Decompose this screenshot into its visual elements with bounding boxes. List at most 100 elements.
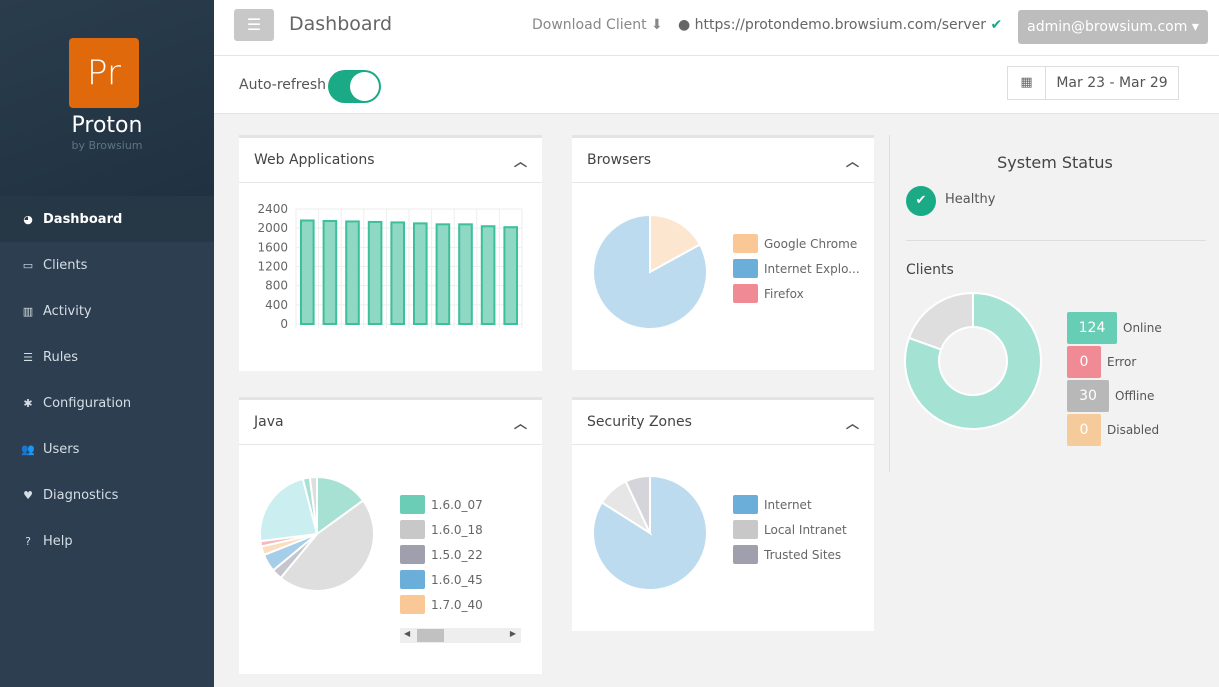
- legend-item[interactable]: Trusted Sites: [733, 542, 847, 567]
- date-range-text: Mar 23 - Mar 29: [1056, 75, 1168, 91]
- java-pie-chart: [259, 475, 375, 592]
- download-client-link[interactable]: Download Client ⬇: [532, 17, 663, 33]
- user-menu-button[interactable]: admin@browsium.com ▾: [1018, 10, 1208, 44]
- legend-label: Trusted Sites: [764, 547, 842, 562]
- sidebar-item-label: Configuration: [43, 395, 132, 411]
- count-badge: 30: [1067, 380, 1109, 412]
- legend-swatch: [400, 495, 425, 514]
- legend-item[interactable]: Firefox: [733, 281, 860, 306]
- legend-label: Google Chrome: [764, 236, 858, 251]
- client-status-online[interactable]: 124 Online: [1067, 312, 1162, 344]
- sidebar-nav: ◕ Dashboard ▭ Clients ▥ Activity ☰ Rules ✱ Config…: [0, 196, 214, 564]
- sidebar-item-users[interactable]: 👥 Users: [0, 426, 214, 472]
- health-status: Healthy: [945, 192, 996, 207]
- legend-label: Local Intranet: [764, 522, 847, 537]
- bar[interactable]: [345, 220, 360, 325]
- legend-scrollbar[interactable]: ◀ ▶: [400, 628, 521, 643]
- sidebar-item-label: Help: [43, 533, 73, 549]
- legend-label: 1.7.0_40: [431, 597, 483, 612]
- legend-swatch: [733, 520, 758, 539]
- legend-item[interactable]: 1.6.0_18: [400, 517, 483, 542]
- legend-item[interactable]: 1.6.0_45: [400, 567, 483, 592]
- security-zones-legend: Internet Local Intranet Trusted Sites: [733, 492, 847, 567]
- client-status-disabled[interactable]: 0 Disabled: [1067, 414, 1159, 446]
- legend-item[interactable]: 1.5.0_22: [400, 542, 483, 567]
- legend-label: Internet: [764, 497, 812, 512]
- legend-item[interactable]: Internet: [733, 492, 847, 517]
- check-icon: ✔: [990, 17, 1003, 33]
- bar[interactable]: [390, 221, 405, 326]
- collapse-chevron-icon[interactable]: ︿: [846, 151, 859, 170]
- legend-swatch: [400, 520, 425, 539]
- legend-swatch: [733, 284, 758, 303]
- status-label: Disabled: [1107, 423, 1160, 437]
- client-status-error[interactable]: 0 Error: [1067, 346, 1136, 378]
- y-tick-label: 2000: [257, 221, 288, 235]
- bar[interactable]: [480, 225, 496, 325]
- bar[interactable]: [367, 220, 383, 325]
- legend-label: Firefox: [764, 286, 804, 301]
- bar[interactable]: [435, 223, 451, 325]
- bar[interactable]: [322, 219, 338, 326]
- bar-chart-icon: ▥: [22, 304, 34, 318]
- logo: Pr: [69, 38, 139, 108]
- bar[interactable]: [503, 226, 518, 325]
- sidebar-item-help[interactable]: ? Help: [0, 518, 214, 564]
- y-tick-label: 400: [265, 298, 288, 312]
- y-tick-label: 800: [265, 279, 288, 293]
- java-legend: 1.6.0_07 1.6.0_18 1.5.0_22 1.6.0_45 1.7.0_40: [400, 492, 483, 617]
- collapse-chevron-icon[interactable]: ︿: [514, 413, 527, 432]
- legend-label: 1.6.0_18: [431, 522, 483, 537]
- sidebar-item-label: Users: [43, 441, 80, 457]
- collapse-chevron-icon[interactable]: ︿: [846, 413, 859, 432]
- server-url-text: https://protondemo.browsium.com/server: [694, 17, 987, 33]
- legend-item[interactable]: 1.7.0_40: [400, 592, 483, 617]
- legend-swatch: [733, 259, 758, 278]
- security-zones-pie-chart: [592, 474, 708, 591]
- sidebar-item-label: Dashboard: [43, 211, 123, 227]
- sidebar-item-label: Diagnostics: [43, 487, 119, 503]
- card-title: Web Applications: [254, 152, 375, 168]
- app-subtitle: by Browsium: [71, 139, 143, 152]
- bar[interactable]: [300, 219, 315, 325]
- legend-swatch: [400, 545, 425, 564]
- sidebar-item-configuration[interactable]: ✱ Configuration: [0, 380, 214, 426]
- sidebar-item-clients[interactable]: ▭ Clients: [0, 242, 214, 288]
- server-url[interactable]: ● https://protondemo.browsium.com/server…: [678, 17, 1002, 33]
- card-title: Browsers: [587, 152, 652, 168]
- legend-label: Internet Explo...: [764, 261, 860, 276]
- date-range-picker[interactable]: ▦ Mar 23 - Mar 29: [1007, 66, 1179, 100]
- sidebar-item-dashboard[interactable]: ◕ Dashboard: [0, 196, 214, 242]
- y-tick-label: 2400: [257, 202, 288, 216]
- auto-refresh-toggle[interactable]: [328, 70, 381, 103]
- browsers-legend: Google Chrome Internet Explo... Firefox: [733, 231, 860, 306]
- count-badge: 0: [1067, 346, 1101, 378]
- count-badge: 124: [1067, 312, 1117, 344]
- page-title: Dashboard: [289, 13, 393, 35]
- legend-item[interactable]: Google Chrome: [733, 231, 860, 256]
- legend-label: 1.5.0_22: [431, 547, 483, 562]
- client-status-offline[interactable]: 30 Offline: [1067, 380, 1154, 412]
- gear-icon: ✱: [23, 396, 33, 410]
- y-tick-label: 1600: [257, 240, 288, 254]
- subheader: Auto-refresh ▦ Mar 23 - Mar 29: [214, 56, 1219, 114]
- menu-toggle-button[interactable]: ☰: [234, 9, 274, 41]
- globe-icon: ●: [678, 17, 695, 33]
- calendar-icon: ▦: [1008, 67, 1046, 99]
- web-apps-bar-chart: 0 400 800 1200 1600 2000 2400: [257, 202, 523, 331]
- legend-swatch: [733, 495, 758, 514]
- sidebar-item-activity[interactable]: ▥ Activity: [0, 288, 214, 334]
- collapse-chevron-icon[interactable]: ︿: [514, 151, 527, 170]
- system-status-title: System Status: [997, 153, 1113, 172]
- laptop-icon: ▭: [22, 258, 34, 272]
- legend-item[interactable]: Internet Explo...: [733, 256, 860, 281]
- legend-label: 1.6.0_07: [431, 497, 483, 512]
- bar[interactable]: [413, 222, 428, 325]
- bar[interactable]: [458, 223, 473, 325]
- question-icon: ?: [25, 534, 31, 548]
- legend-item[interactable]: 1.6.0_07: [400, 492, 483, 517]
- check-circle-icon: ✔: [906, 186, 936, 216]
- legend-item[interactable]: Local Intranet: [733, 517, 847, 542]
- sidebar-item-rules[interactable]: ☰ Rules: [0, 334, 214, 380]
- sidebar-item-diagnostics[interactable]: ♥ Diagnostics: [0, 472, 214, 518]
